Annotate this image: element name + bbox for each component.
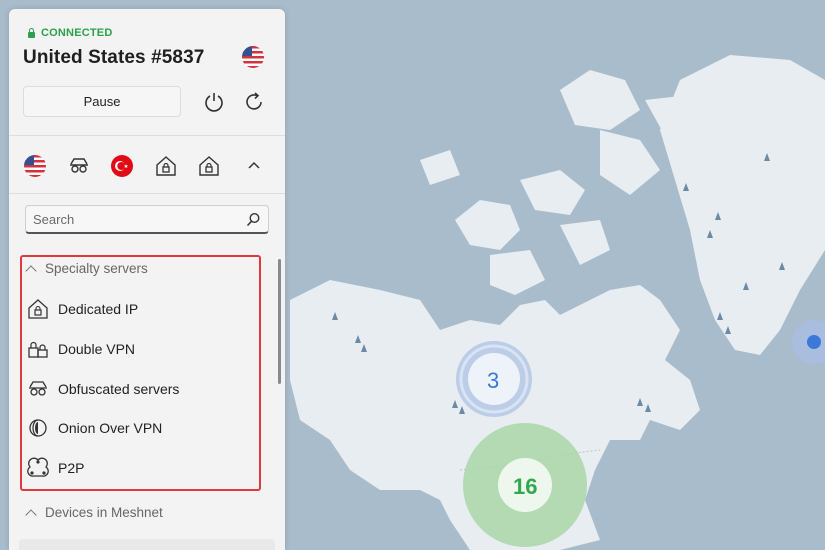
divider xyxy=(9,135,285,136)
chevron-up-icon xyxy=(25,508,37,521)
search-input[interactable]: Search xyxy=(25,205,269,234)
chevron-up-icon[interactable] xyxy=(241,153,267,179)
greenland-land xyxy=(660,55,825,355)
lock-icon xyxy=(27,28,36,38)
scrollbar[interactable] xyxy=(278,259,281,384)
server-name: United States #5837 xyxy=(23,47,205,68)
power-icon[interactable] xyxy=(202,90,226,114)
pause-button[interactable]: Pause xyxy=(23,86,181,117)
search-placeholder: Search xyxy=(33,211,75,227)
dedicated-ip-icon[interactable] xyxy=(153,153,179,179)
section-label: Devices in Meshnet xyxy=(45,505,163,520)
sidebar-panel: CONNECTED United States #5837 Pause Sear… xyxy=(9,9,285,550)
us-flag-icon[interactable] xyxy=(22,153,48,179)
list-item[interactable] xyxy=(19,539,275,550)
canada-islands xyxy=(420,70,700,295)
obfuscated-icon[interactable] xyxy=(66,153,92,179)
dedicated-ip-icon[interactable] xyxy=(196,153,222,179)
divider xyxy=(9,193,285,194)
quick-connect-row xyxy=(9,149,285,185)
cluster-count-canada[interactable]: 3 xyxy=(487,368,499,394)
connection-status: CONNECTED xyxy=(27,27,112,39)
refresh-icon[interactable] xyxy=(242,90,266,114)
meshnet-header[interactable]: Devices in Meshnet xyxy=(25,505,163,521)
turkey-flag-icon[interactable] xyxy=(109,153,135,179)
search-icon[interactable] xyxy=(246,212,261,232)
cluster-count-usa[interactable]: 16 xyxy=(513,474,537,500)
status-label: CONNECTED xyxy=(41,27,113,39)
us-flag-icon xyxy=(241,45,265,74)
highlight-box xyxy=(20,255,261,491)
